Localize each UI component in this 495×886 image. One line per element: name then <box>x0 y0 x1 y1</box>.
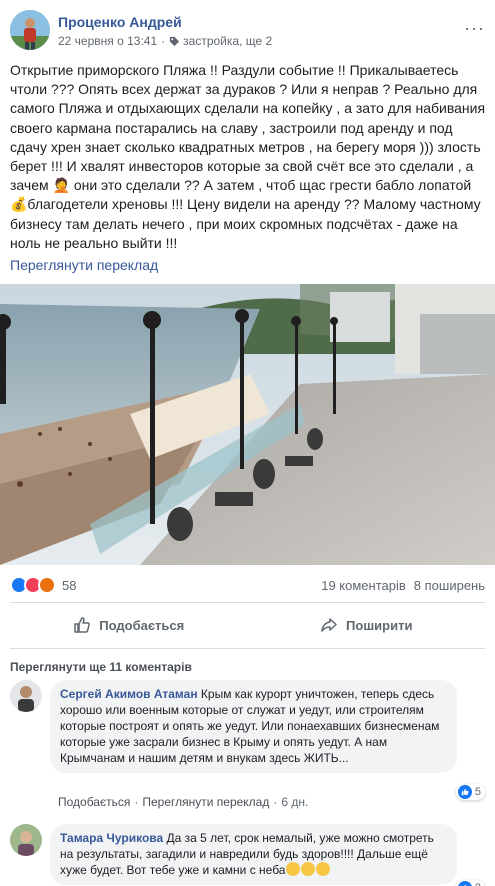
comments-count[interactable]: 19 коментарів <box>321 578 406 593</box>
comment-likes-badge[interactable]: 5 <box>455 784 485 800</box>
view-more-comments[interactable]: Переглянути ще 11 коментарів <box>10 660 192 674</box>
comment-likes-count: 5 <box>474 786 481 798</box>
post-stats: 58 19 коментарів 8 поширень <box>10 573 485 597</box>
commenter-name[interactable]: Тамара Чурикова <box>60 831 163 845</box>
post-menu-icon[interactable]: ··· <box>464 18 485 39</box>
post-actions: Подобається Поширити <box>10 607 485 643</box>
divider <box>10 602 485 603</box>
post-header: Проценко Андрей 22 червня о 13:41 · заст… <box>10 10 485 52</box>
post-date[interactable]: 22 червня о 13:41 <box>58 34 157 48</box>
comment-likes-badge[interactable]: 2 <box>455 880 485 886</box>
reactions-count: 58 <box>62 577 77 593</box>
thumbs-up-icon <box>74 617 91 633</box>
comment-likes-count: 2 <box>475 882 481 886</box>
confused-face-icon <box>301 862 316 876</box>
reactions-summary[interactable]: 58 <box>10 576 76 594</box>
post-meta: 22 червня о 13:41 · застройка, ще 2 <box>58 34 272 48</box>
post-tags[interactable]: застройка, ще 2 <box>183 34 272 48</box>
share-label: Поширити <box>346 617 413 633</box>
post-text: Открытие приморского Пляжа !! Раздули со… <box>10 62 486 251</box>
comment-bubble: Тамара Чурикова Да за 5 лет, срок немалы… <box>50 824 457 885</box>
translate-link[interactable]: Переглянути переклад <box>10 257 158 273</box>
divider <box>10 648 485 649</box>
angry-reaction-icon <box>38 576 56 594</box>
commenter-name[interactable]: Сергей Акимов Атаман <box>60 687 198 701</box>
tag-icon <box>170 36 180 46</box>
comment: Сергей Акимов Атаман Крым как курорт уни… <box>10 680 485 809</box>
like-label: Подобається <box>99 617 185 633</box>
separator: · <box>273 795 278 809</box>
shares-count[interactable]: 8 поширень <box>414 578 485 593</box>
comment-time[interactable]: 6 дн. <box>281 795 308 809</box>
confused-face-icon <box>316 862 331 876</box>
share-icon <box>321 618 337 632</box>
comment-bubble: Сергей Акимов Атаман Крым как курорт уни… <box>50 680 457 773</box>
author-avatar[interactable] <box>10 10 50 50</box>
like-button[interactable]: Подобається <box>10 607 248 643</box>
author-name[interactable]: Проценко Андрей <box>58 14 182 30</box>
meta-separator: · <box>161 34 166 48</box>
share-button[interactable]: Поширити <box>248 607 486 643</box>
comment-translate-link[interactable]: Переглянути переклад <box>142 795 269 809</box>
comment: Тамара Чурикова Да за 5 лет, срок немалы… <box>10 824 485 886</box>
like-reaction-icon <box>457 881 472 886</box>
separator: · <box>134 795 139 809</box>
comment-like-link[interactable]: Подобається <box>58 795 130 809</box>
comment-actions: Подобається · Переглянути переклад · 6 д… <box>58 795 308 809</box>
commenter-avatar[interactable] <box>10 824 42 856</box>
post-photo[interactable] <box>0 284 495 565</box>
commenter-avatar[interactable] <box>10 680 42 712</box>
confused-face-icon <box>286 862 301 876</box>
like-reaction-icon <box>457 785 472 799</box>
